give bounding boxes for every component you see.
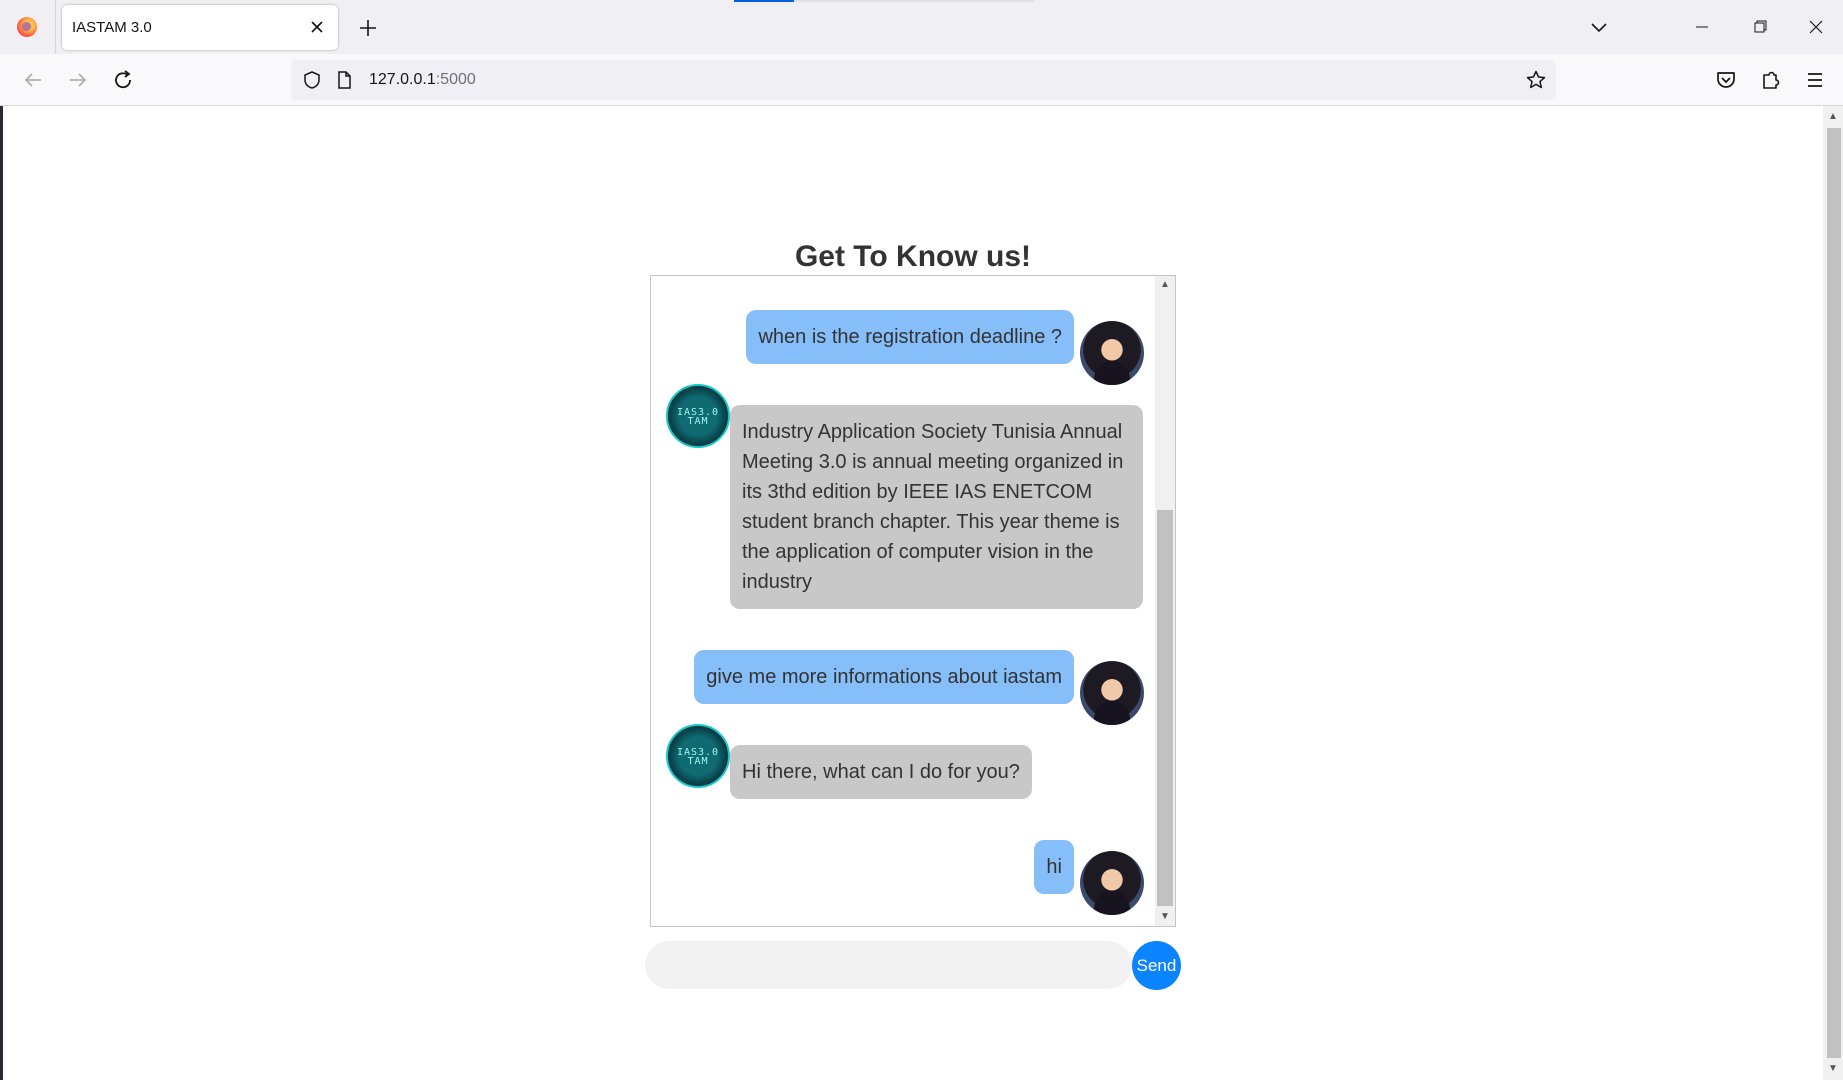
- tab-iastam[interactable]: IASTAM 3.0: [62, 5, 338, 50]
- tab-loading-indicator: [734, 0, 794, 2]
- bot-avatar: IAS3.0 TAM: [666, 724, 730, 788]
- message-input[interactable]: [645, 941, 1132, 989]
- page-icon[interactable]: [333, 69, 355, 91]
- bot-logo-text: IAS3.0 TAM: [676, 747, 720, 767]
- plus-icon[interactable]: [352, 12, 384, 44]
- tab-list-icon[interactable]: [1586, 14, 1612, 40]
- forward-icon[interactable]: [61, 63, 95, 97]
- chat-scroll-up-icon[interactable]: ▲: [1158, 278, 1172, 292]
- user-avatar: [1080, 851, 1144, 915]
- user-message: when is the registration deadline ?: [746, 310, 1074, 364]
- tab-separator: [55, 0, 56, 54]
- bookmark-star-icon[interactable]: [1525, 69, 1547, 91]
- minimize-icon[interactable]: [1682, 10, 1722, 44]
- pocket-icon[interactable]: [1709, 63, 1743, 97]
- send-button[interactable]: Send: [1132, 941, 1181, 990]
- bot-message: Hi there, what can I do for you?: [730, 745, 1032, 799]
- reload-icon[interactable]: [106, 63, 140, 97]
- url-text: 127.0.0.1:5000: [369, 71, 476, 89]
- firefox-icon[interactable]: [17, 17, 37, 37]
- scroll-up-icon[interactable]: ▲: [1826, 110, 1840, 124]
- shield-icon[interactable]: [301, 69, 323, 91]
- window-edge: [0, 106, 3, 1080]
- url-bar[interactable]: 127.0.0.1:5000: [291, 60, 1556, 100]
- user-avatar: [1080, 661, 1144, 725]
- user-message: hi: [1034, 840, 1074, 894]
- navigation-toolbar: 127.0.0.1:5000: [0, 54, 1843, 106]
- page-scrollbar[interactable]: ▲ ▼: [1823, 106, 1843, 1080]
- user-message: give me more informations about iastam: [694, 650, 1074, 704]
- url-host: 127.0.0.1: [369, 71, 436, 88]
- bot-avatar: IAS3.0 TAM: [666, 384, 730, 448]
- extensions-icon[interactable]: [1754, 63, 1788, 97]
- user-avatar: [1080, 321, 1144, 385]
- close-icon[interactable]: [304, 14, 330, 40]
- chat-scrollbar[interactable]: ▲ ▼: [1155, 276, 1175, 926]
- menu-icon[interactable]: [1798, 63, 1832, 97]
- tab-strip: IASTAM 3.0: [0, 0, 1843, 54]
- back-icon[interactable]: [16, 63, 50, 97]
- tab-title: IASTAM 3.0: [72, 19, 152, 36]
- page-scrollbar-thumb[interactable]: [1827, 128, 1841, 1058]
- tab-loading-track: [794, 0, 1034, 2]
- window-close-icon[interactable]: [1796, 10, 1836, 44]
- chat-scroll-down-icon[interactable]: ▼: [1158, 910, 1172, 924]
- bot-logo-text: IAS3.0 TAM: [676, 407, 720, 427]
- restore-icon[interactable]: [1740, 10, 1780, 44]
- scroll-down-icon[interactable]: ▼: [1826, 1062, 1840, 1076]
- url-port: :5000: [435, 71, 476, 88]
- chat-window[interactable]: when is the registration deadline ? IAS3…: [650, 275, 1176, 927]
- chat-scrollbar-thumb[interactable]: [1157, 510, 1173, 906]
- page-title: Get To Know us!: [794, 240, 1032, 273]
- bot-message: Industry Application Society Tunisia Ann…: [730, 405, 1143, 609]
